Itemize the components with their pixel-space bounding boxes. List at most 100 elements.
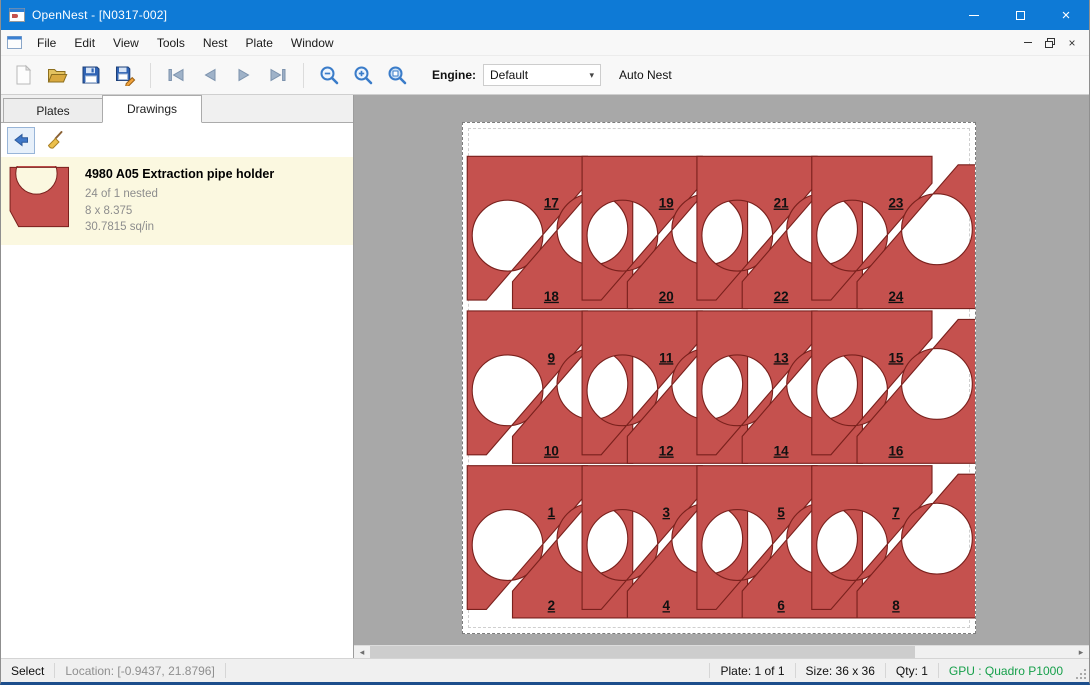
drawing-area: 30.7815 sq/in <box>85 219 274 236</box>
zoom-in-button[interactable] <box>346 59 380 91</box>
part-number-label: 19 <box>659 196 674 211</box>
part-number-label: 20 <box>659 289 674 304</box>
part-number-label: 3 <box>663 505 670 520</box>
tab-plates[interactable]: Plates <box>3 98 103 122</box>
title-bar: OpenNest - [N0317-002] × <box>1 0 1089 30</box>
status-size: Size: 36 x 36 <box>796 659 885 682</box>
toolbar: Engine: Default ▾ Auto Nest <box>1 56 1089 95</box>
sidebar-toolbar <box>1 123 353 157</box>
drawing-nested-count: 24 of 1 nested <box>85 186 274 203</box>
part-number-label: 10 <box>544 443 559 458</box>
drawing-list-item[interactable]: 4980 A05 Extraction pipe holder 24 of 1 … <box>1 157 353 245</box>
app-icon <box>9 8 25 22</box>
part-number-label: 22 <box>774 289 789 304</box>
part-number-label: 8 <box>892 598 900 613</box>
drawing-dimensions: 8 x 8.375 <box>85 203 274 220</box>
scrollbar-thumb[interactable] <box>370 646 915 658</box>
previous-plate-icon <box>199 64 221 86</box>
toolbar-separator <box>303 63 304 88</box>
part-number-label: 4 <box>663 598 671 613</box>
menu-view[interactable]: View <box>104 30 148 55</box>
part-number-label: 16 <box>888 443 903 458</box>
maximize-button[interactable] <box>997 0 1043 30</box>
minimize-button[interactable] <box>951 0 997 30</box>
save-as-button[interactable] <box>108 59 142 91</box>
part-number-label: 14 <box>774 443 789 458</box>
mdi-restore-button[interactable] <box>1039 30 1061 55</box>
open-button[interactable] <box>40 59 74 91</box>
new-button[interactable] <box>6 59 40 91</box>
part-number-label: 13 <box>774 350 789 365</box>
auto-nest-button[interactable]: Auto Nest <box>619 68 672 82</box>
menu-tools[interactable]: Tools <box>148 30 194 55</box>
part-number-label: 18 <box>544 289 559 304</box>
first-plate-button[interactable] <box>159 59 193 91</box>
scroll-left-arrow-icon[interactable]: ◂ <box>354 646 370 658</box>
status-bar: Select Location: [-0.9437, 21.8796] Plat… <box>1 658 1089 682</box>
toolbar-separator <box>150 63 151 88</box>
nest-pair[interactable]: 1516 <box>812 311 975 463</box>
previous-plate-button[interactable] <box>193 59 227 91</box>
menu-file[interactable]: File <box>28 30 65 55</box>
app-window: OpenNest - [N0317-002] × File Edit View … <box>0 0 1090 685</box>
part-number-label: 6 <box>777 598 784 613</box>
status-gpu: GPU : Quadro P1000 <box>939 659 1073 682</box>
mdi-minimize-button[interactable] <box>1017 30 1039 55</box>
menu-bar: File Edit View Tools Nest Plate Window × <box>1 30 1089 56</box>
mdi-child-icon <box>7 36 22 49</box>
mdi-restore-icon <box>1045 38 1055 48</box>
open-folder-icon <box>46 64 68 86</box>
plate[interactable]: 171819202122232491011121314151612345678 <box>462 122 976 634</box>
part-number-label: 12 <box>659 443 674 458</box>
zoom-out-icon <box>318 64 340 86</box>
part-number-label: 24 <box>888 289 903 304</box>
content-area: Plates Drawings <box>1 95 1089 658</box>
new-file-icon <box>12 64 34 86</box>
status-mode: Select <box>1 659 54 682</box>
part-number-label: 7 <box>892 505 899 520</box>
zoom-fit-button[interactable] <box>380 59 414 91</box>
status-plate: Plate: 1 of 1 <box>710 659 794 682</box>
zoom-out-button[interactable] <box>312 59 346 91</box>
maximize-icon <box>1016 11 1025 20</box>
tab-drawings[interactable]: Drawings <box>102 95 202 123</box>
resize-grip[interactable] <box>1073 659 1089 682</box>
save-button[interactable] <box>74 59 108 91</box>
close-button[interactable]: × <box>1043 0 1089 30</box>
zoom-fit-icon <box>386 64 408 86</box>
nest-canvas[interactable]: 171819202122232491011121314151612345678 … <box>354 95 1089 658</box>
mdi-close-button[interactable]: × <box>1061 30 1083 55</box>
menu-window[interactable]: Window <box>282 30 343 55</box>
minimize-icon <box>969 15 979 16</box>
save-icon <box>80 64 102 86</box>
next-plate-button[interactable] <box>227 59 261 91</box>
arrow-left-icon <box>12 131 30 149</box>
horizontal-scrollbar[interactable]: ◂ ▸ <box>354 645 1089 658</box>
status-divider <box>225 663 226 678</box>
nest-plate-svg: 171819202122232491011121314151612345678 <box>463 123 975 633</box>
menu-plate[interactable]: Plate <box>237 30 282 55</box>
clear-button[interactable] <box>41 127 69 154</box>
move-back-button[interactable] <box>7 127 35 154</box>
menu-edit[interactable]: Edit <box>65 30 104 55</box>
part-number-label: 11 <box>659 350 674 365</box>
engine-label: Engine: <box>432 68 476 82</box>
nest-pair[interactable]: 23 24 <box>812 156 975 308</box>
part-number-label: 23 <box>888 196 903 211</box>
part-number-label: 1 <box>548 505 556 520</box>
next-plate-icon <box>233 64 255 86</box>
last-plate-icon <box>267 64 289 86</box>
part-number-label: 17 <box>544 196 559 211</box>
part-number-label: 15 <box>888 350 903 365</box>
save-as-icon <box>114 64 136 86</box>
engine-select[interactable]: Default ▾ <box>483 64 601 86</box>
first-plate-icon <box>165 64 187 86</box>
nest-pair[interactable]: 78 <box>812 466 975 618</box>
window-title: OpenNest - [N0317-002] <box>32 8 167 22</box>
menu-nest[interactable]: Nest <box>194 30 237 55</box>
drawing-title: 4980 A05 Extraction pipe holder <box>85 167 274 181</box>
part-number-label: 9 <box>548 350 555 365</box>
last-plate-button[interactable] <box>261 59 295 91</box>
part-thumbnail <box>9 166 71 228</box>
scroll-right-arrow-icon[interactable]: ▸ <box>1073 646 1089 658</box>
